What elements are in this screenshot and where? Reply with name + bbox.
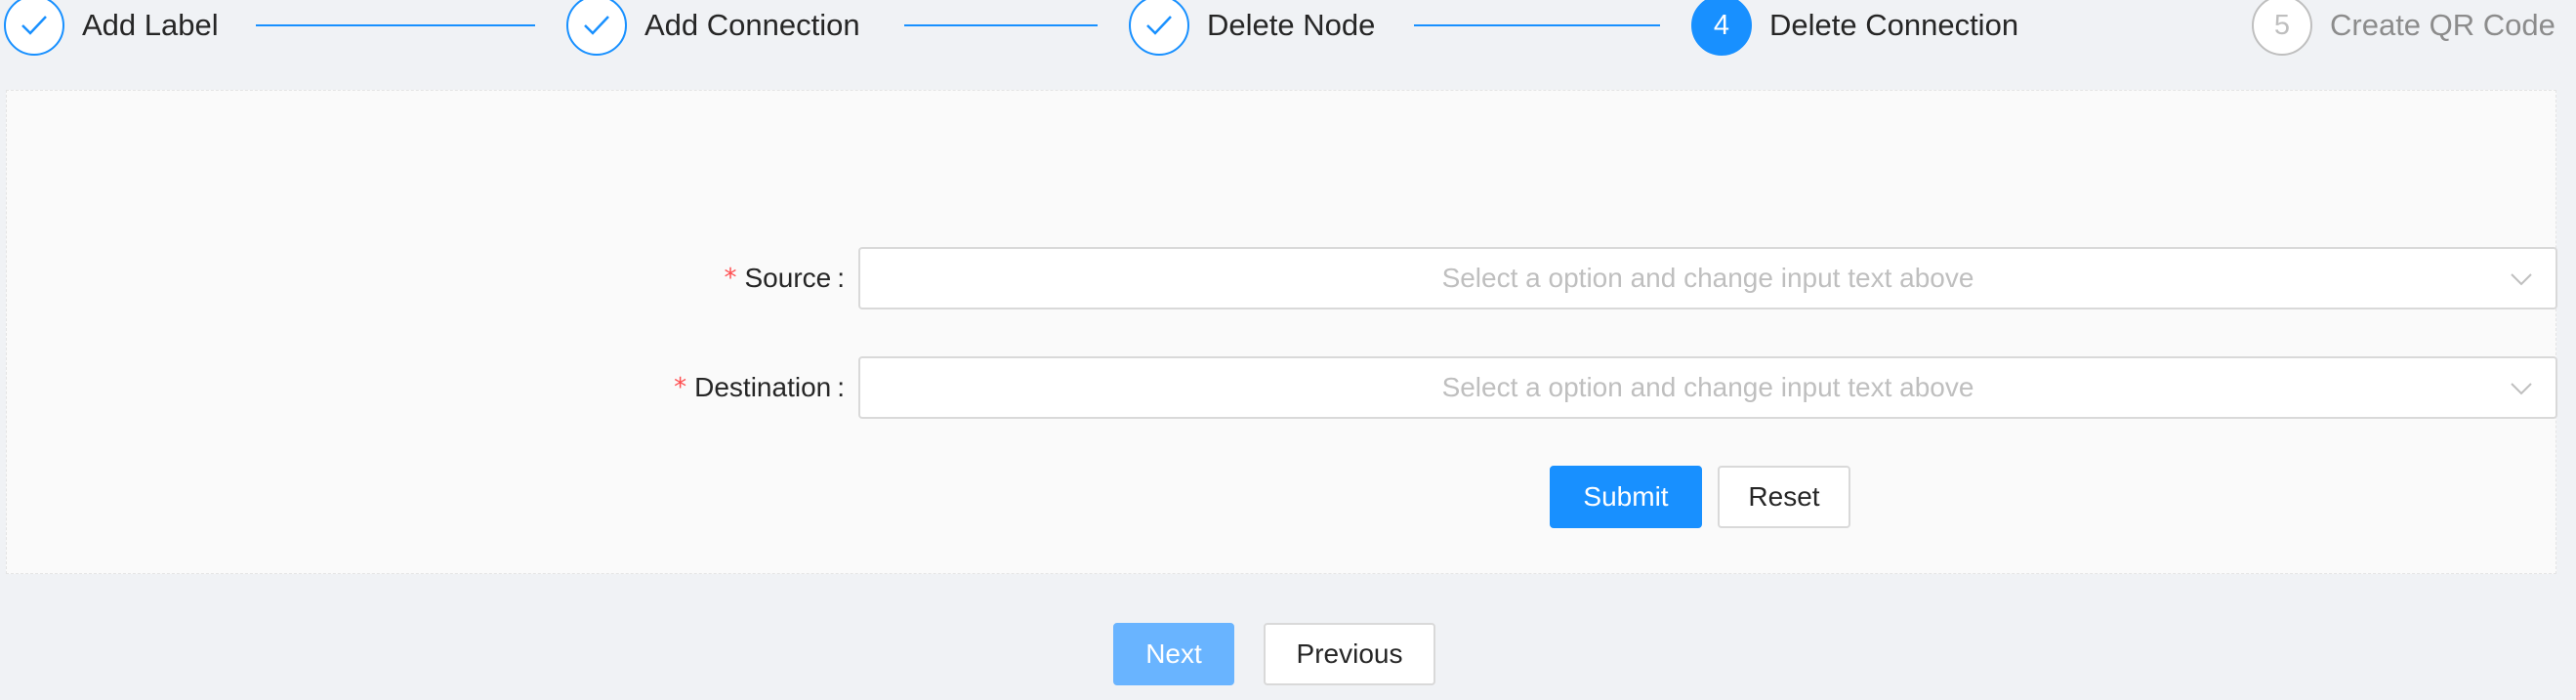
next-button[interactable]: Next <box>1113 623 1234 685</box>
reset-button[interactable]: Reset <box>1718 466 1850 528</box>
destination-placeholder: Select a option and change input text ab… <box>1441 372 1974 402</box>
step-number-icon: 4 <box>1691 0 1752 56</box>
source-row: * Source : Select a option and change in… <box>7 247 2557 309</box>
step-add-connection[interactable]: Add Connection <box>566 0 860 57</box>
step-delete-connection[interactable]: 4 Delete Connection <box>1691 0 2018 57</box>
step-create-qr-code[interactable]: 5 Create QR Code <box>2252 0 2555 57</box>
destination-label: * Destination : <box>7 356 845 419</box>
source-label-text: Source <box>744 263 832 293</box>
required-mark: * <box>724 264 737 293</box>
step-number-icon: 5 <box>2252 0 2312 56</box>
source-select[interactable]: Select a option and change input text ab… <box>858 247 2557 309</box>
step-connector <box>256 24 535 26</box>
check-icon <box>566 0 627 56</box>
source-placeholder: Select a option and change input text ab… <box>1441 263 1974 293</box>
form-panel: * Source : Select a option and change in… <box>6 90 2557 574</box>
chevron-down-icon <box>2511 383 2532 395</box>
label-colon: : <box>837 263 845 293</box>
step-delete-node[interactable]: Delete Node <box>1129 0 1375 57</box>
check-icon <box>1129 0 1189 56</box>
source-label: * Source : <box>7 247 846 309</box>
chevron-down-icon <box>2511 273 2532 286</box>
step-connector <box>904 24 1098 26</box>
previous-button[interactable]: Previous <box>1264 623 1435 685</box>
destination-label-text: Destination <box>694 372 832 402</box>
required-mark: * <box>674 373 687 402</box>
step-title: Add Label <box>82 8 219 42</box>
destination-row: * Destination : Select a option and chan… <box>7 356 2557 419</box>
step-title: Delete Node <box>1207 8 1376 42</box>
label-colon: : <box>837 372 845 402</box>
step-add-label[interactable]: Add Label <box>4 0 219 57</box>
check-icon <box>4 0 64 56</box>
submit-button[interactable]: Submit <box>1550 466 1702 528</box>
step-title: Delete Connection <box>1769 8 2019 42</box>
step-title: Add Connection <box>644 8 860 42</box>
destination-select[interactable]: Select a option and change input text ab… <box>858 356 2557 419</box>
steps-bar: Add Label Add Connection Delete Node 4 D… <box>0 0 2576 57</box>
step-title: Create QR Code <box>2330 8 2555 42</box>
step-connector <box>1414 24 1660 26</box>
